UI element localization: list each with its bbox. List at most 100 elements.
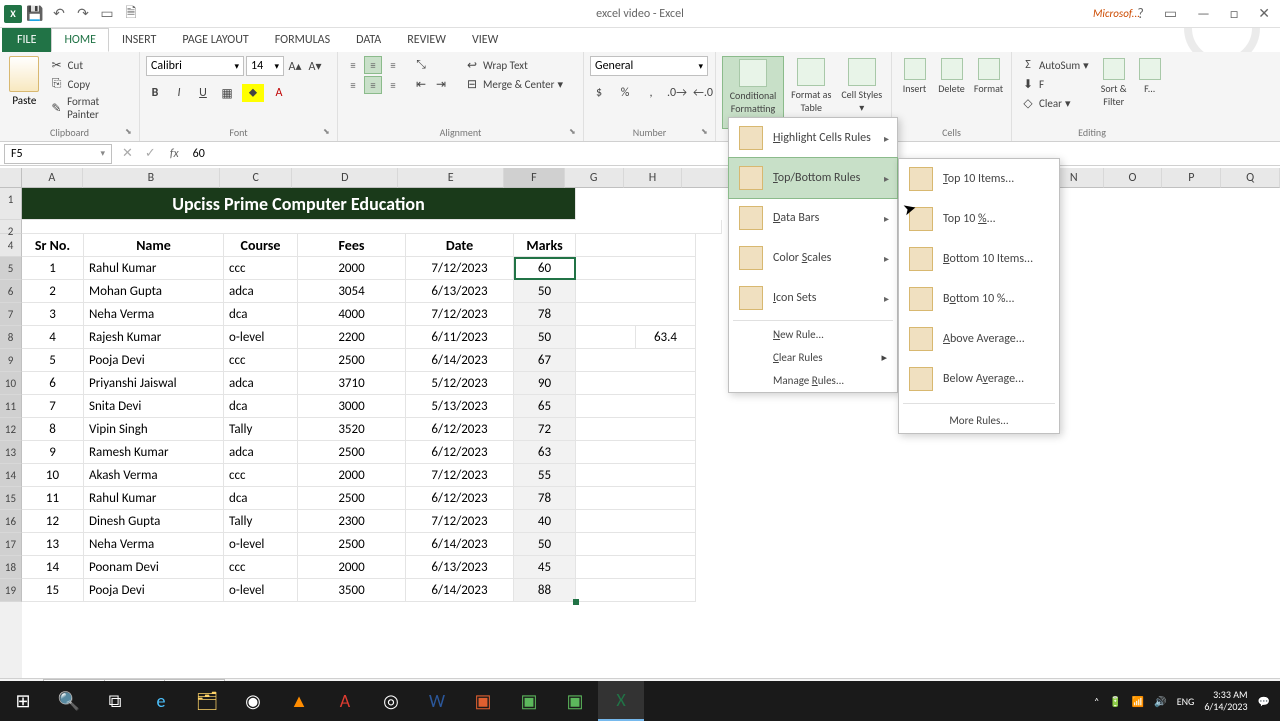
orientation-button[interactable]: ⤡: [412, 56, 430, 74]
row-header[interactable]: 9: [0, 349, 22, 372]
menu-clear-rules[interactable]: Clear Rules▸: [729, 346, 897, 369]
find-select-button[interactable]: F...: [1137, 56, 1163, 95]
font-launcher[interactable]: ⬊: [323, 127, 333, 137]
menu-highlight-cells[interactable]: Highlight Cells Rules▸: [729, 118, 897, 158]
cell-styles-button[interactable]: Cell Styles ▾: [839, 56, 885, 114]
submenu-above-avg[interactable]: Above Average...: [899, 319, 1059, 359]
sort-filter-button[interactable]: Sort & Filter: [1095, 56, 1133, 108]
percent-button[interactable]: %: [616, 84, 634, 102]
submenu-bottom10-pct[interactable]: Bottom 10 %...: [899, 279, 1059, 319]
col-header[interactable]: B: [83, 168, 220, 188]
app2-icon[interactable]: ▣: [506, 681, 552, 721]
border-button[interactable]: ▦: [218, 84, 236, 102]
tray-network-icon[interactable]: 📶: [1132, 695, 1144, 708]
search-button[interactable]: 🔍: [46, 681, 92, 721]
tray-notifications-icon[interactable]: 💬: [1258, 695, 1270, 708]
row-header[interactable]: 8: [0, 326, 22, 349]
new-icon[interactable]: ▭: [96, 3, 118, 25]
tab-page-layout[interactable]: PAGE LAYOUT: [169, 28, 261, 52]
chrome-icon[interactable]: ◉: [230, 681, 276, 721]
cancel-formula-icon[interactable]: ✕: [116, 146, 139, 161]
tab-view[interactable]: VIEW: [459, 28, 511, 52]
cells-body[interactable]: Upciss Prime Computer EducationSr No.Nam…: [22, 188, 1280, 602]
row-header[interactable]: 17: [0, 533, 22, 556]
row-header[interactable]: 16: [0, 510, 22, 533]
decrease-decimal-button[interactable]: ←.0: [694, 84, 712, 102]
alignment-grid[interactable]: ≡≡≡ ≡≡≡: [344, 56, 402, 94]
menu-icon-sets[interactable]: Icon Sets▸: [729, 278, 897, 318]
row-header[interactable]: 4: [0, 234, 22, 257]
explorer-icon[interactable]: 🗂: [184, 681, 230, 721]
col-header[interactable]: A: [22, 168, 83, 188]
col-header[interactable]: Q: [1221, 168, 1280, 188]
tab-formulas[interactable]: FORMULAS: [262, 28, 343, 52]
format-painter-button[interactable]: ✎Format Painter: [47, 94, 133, 122]
name-box[interactable]: F5▾: [4, 144, 112, 164]
task-view-button[interactable]: ⧉: [92, 681, 138, 721]
col-header[interactable]: D: [292, 168, 398, 188]
shrink-font-icon[interactable]: A▾: [306, 57, 324, 75]
col-header[interactable]: P: [1162, 168, 1221, 188]
close-icon[interactable]: ✕: [1252, 3, 1276, 24]
menu-top-bottom[interactable]: Top/Bottom Rules▸: [728, 157, 898, 199]
menu-color-scales[interactable]: Color Scales▸: [729, 238, 897, 278]
fill-color-button[interactable]: ⬥: [242, 84, 264, 102]
autosum-button[interactable]: ΣAutoSum ▾: [1018, 56, 1091, 74]
undo-icon[interactable]: ↶: [48, 3, 70, 25]
app3-icon[interactable]: ▣: [552, 681, 598, 721]
vlc-icon[interactable]: ▲: [276, 681, 322, 721]
italic-button[interactable]: I: [170, 84, 188, 102]
format-cells-button[interactable]: Format: [972, 56, 1005, 95]
select-all-corner[interactable]: [0, 168, 22, 188]
font-color-button[interactable]: A: [270, 84, 288, 102]
row-header[interactable]: 12: [0, 418, 22, 441]
menu-manage-rules[interactable]: Manage Rules...: [729, 369, 897, 392]
tab-file[interactable]: FILE: [2, 28, 51, 52]
menu-data-bars[interactable]: Data Bars▸: [729, 198, 897, 238]
row-header[interactable]: 14: [0, 464, 22, 487]
row-header[interactable]: 6: [0, 280, 22, 303]
submenu-bottom10-items[interactable]: Bottom 10 Items...: [899, 239, 1059, 279]
col-header[interactable]: G: [565, 168, 624, 188]
row-header[interactable]: 15: [0, 487, 22, 510]
row-header[interactable]: 10: [0, 372, 22, 395]
font-size-select[interactable]: 14▾: [246, 56, 284, 76]
delete-cells-button[interactable]: Delete: [935, 56, 968, 95]
tray-battery-icon[interactable]: 🔋: [1109, 695, 1121, 708]
doc-icon[interactable]: 🗎: [120, 3, 142, 25]
row-header[interactable]: 19: [0, 579, 22, 602]
comma-button[interactable]: ,: [642, 84, 660, 102]
tray-lang[interactable]: ENG: [1177, 695, 1195, 708]
bold-button[interactable]: B: [146, 84, 164, 102]
pdf-icon[interactable]: A: [322, 681, 368, 721]
accounting-button[interactable]: $: [590, 84, 608, 102]
row-header[interactable]: 2: [0, 220, 22, 234]
tab-home[interactable]: HOME: [51, 28, 109, 52]
ribbon-options-icon[interactable]: ▭: [1158, 3, 1183, 24]
start-button[interactable]: ⊞: [0, 681, 46, 721]
row-header[interactable]: 18: [0, 556, 22, 579]
submenu-top10-pct[interactable]: Top 10 %...: [899, 199, 1059, 239]
submenu-more-rules[interactable]: More Rules...: [899, 408, 1059, 433]
clipboard-launcher[interactable]: ⬊: [125, 127, 135, 137]
number-launcher[interactable]: ⬊: [701, 127, 711, 137]
increase-indent-button[interactable]: ⇥: [432, 75, 450, 93]
tray-clock[interactable]: 3:33 AM6/14/2023: [1204, 689, 1247, 713]
col-header[interactable]: E: [398, 168, 504, 188]
alignment-launcher[interactable]: ⬊: [569, 127, 579, 137]
insert-cells-button[interactable]: Insert: [898, 56, 931, 95]
tray-volume-icon[interactable]: 🔊: [1154, 695, 1166, 708]
underline-button[interactable]: U: [194, 84, 212, 102]
tray-up-icon[interactable]: ˄: [1094, 695, 1099, 708]
decrease-indent-button[interactable]: ⇤: [412, 75, 430, 93]
col-header[interactable]: H: [624, 168, 683, 188]
row-header[interactable]: 7: [0, 303, 22, 326]
enter-formula-icon[interactable]: ✓: [139, 146, 162, 161]
edge-icon[interactable]: e: [138, 681, 184, 721]
col-header[interactable]: O: [1104, 168, 1163, 188]
fill-button[interactable]: ⬇F: [1018, 75, 1091, 93]
maximize-icon[interactable]: □: [1224, 3, 1244, 24]
number-format-select[interactable]: General▾: [590, 56, 708, 76]
paste-button[interactable]: Paste: [6, 56, 43, 107]
copy-button[interactable]: ⎘Copy: [47, 75, 133, 93]
